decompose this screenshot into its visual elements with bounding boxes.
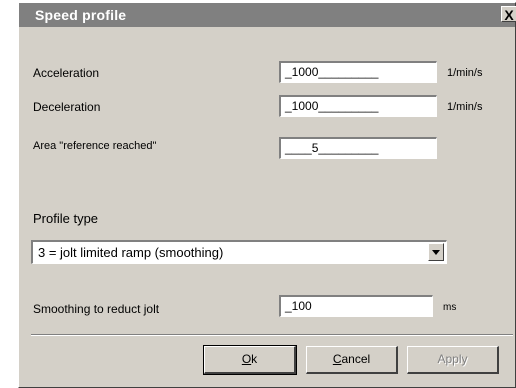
cancel-label-rest: ancel: [341, 352, 371, 366]
separator: [31, 334, 513, 336]
acceleration-field[interactable]: _1000_________: [279, 61, 437, 83]
apply-button[interactable]: Apply: [407, 346, 499, 374]
smoothing-label: Smoothing to reduct jolt: [33, 302, 160, 316]
title-bar[interactable]: Speed profile X: [19, 3, 516, 27]
smoothing-unit: ms: [443, 302, 457, 313]
ok-label-rest: k: [251, 352, 258, 366]
dialog-title: Speed profile: [35, 7, 127, 23]
acceleration-unit: 1/min/s: [447, 67, 483, 79]
area-reference-reached-label: Area "reference reached": [33, 140, 157, 152]
close-icon: X: [504, 7, 514, 23]
deceleration-unit: 1/min/s: [447, 101, 483, 113]
deceleration-label: Deceleration: [33, 100, 101, 114]
profile-type-label: Profile type: [33, 211, 99, 226]
profile-type-selected-value: 3 = jolt limited ramp (smoothing): [38, 245, 224, 260]
ok-mnemonic: O: [241, 352, 252, 366]
speed-profile-dialog: Speed profile X Acceleration _1000______…: [18, 2, 516, 388]
chevron-down-icon[interactable]: [428, 243, 444, 261]
smoothing-field[interactable]: _100: [279, 295, 433, 317]
deceleration-field[interactable]: _1000_________: [279, 95, 437, 117]
ok-button[interactable]: Ok: [203, 345, 297, 375]
cancel-button[interactable]: Cancel: [306, 346, 398, 374]
close-button[interactable]: X: [501, 6, 516, 23]
area-reference-reached-field[interactable]: ____5_________: [279, 137, 437, 159]
profile-type-select[interactable]: 3 = jolt limited ramp (smoothing): [31, 240, 447, 264]
apply-label: Apply: [437, 352, 468, 366]
acceleration-label: Acceleration: [33, 66, 100, 80]
